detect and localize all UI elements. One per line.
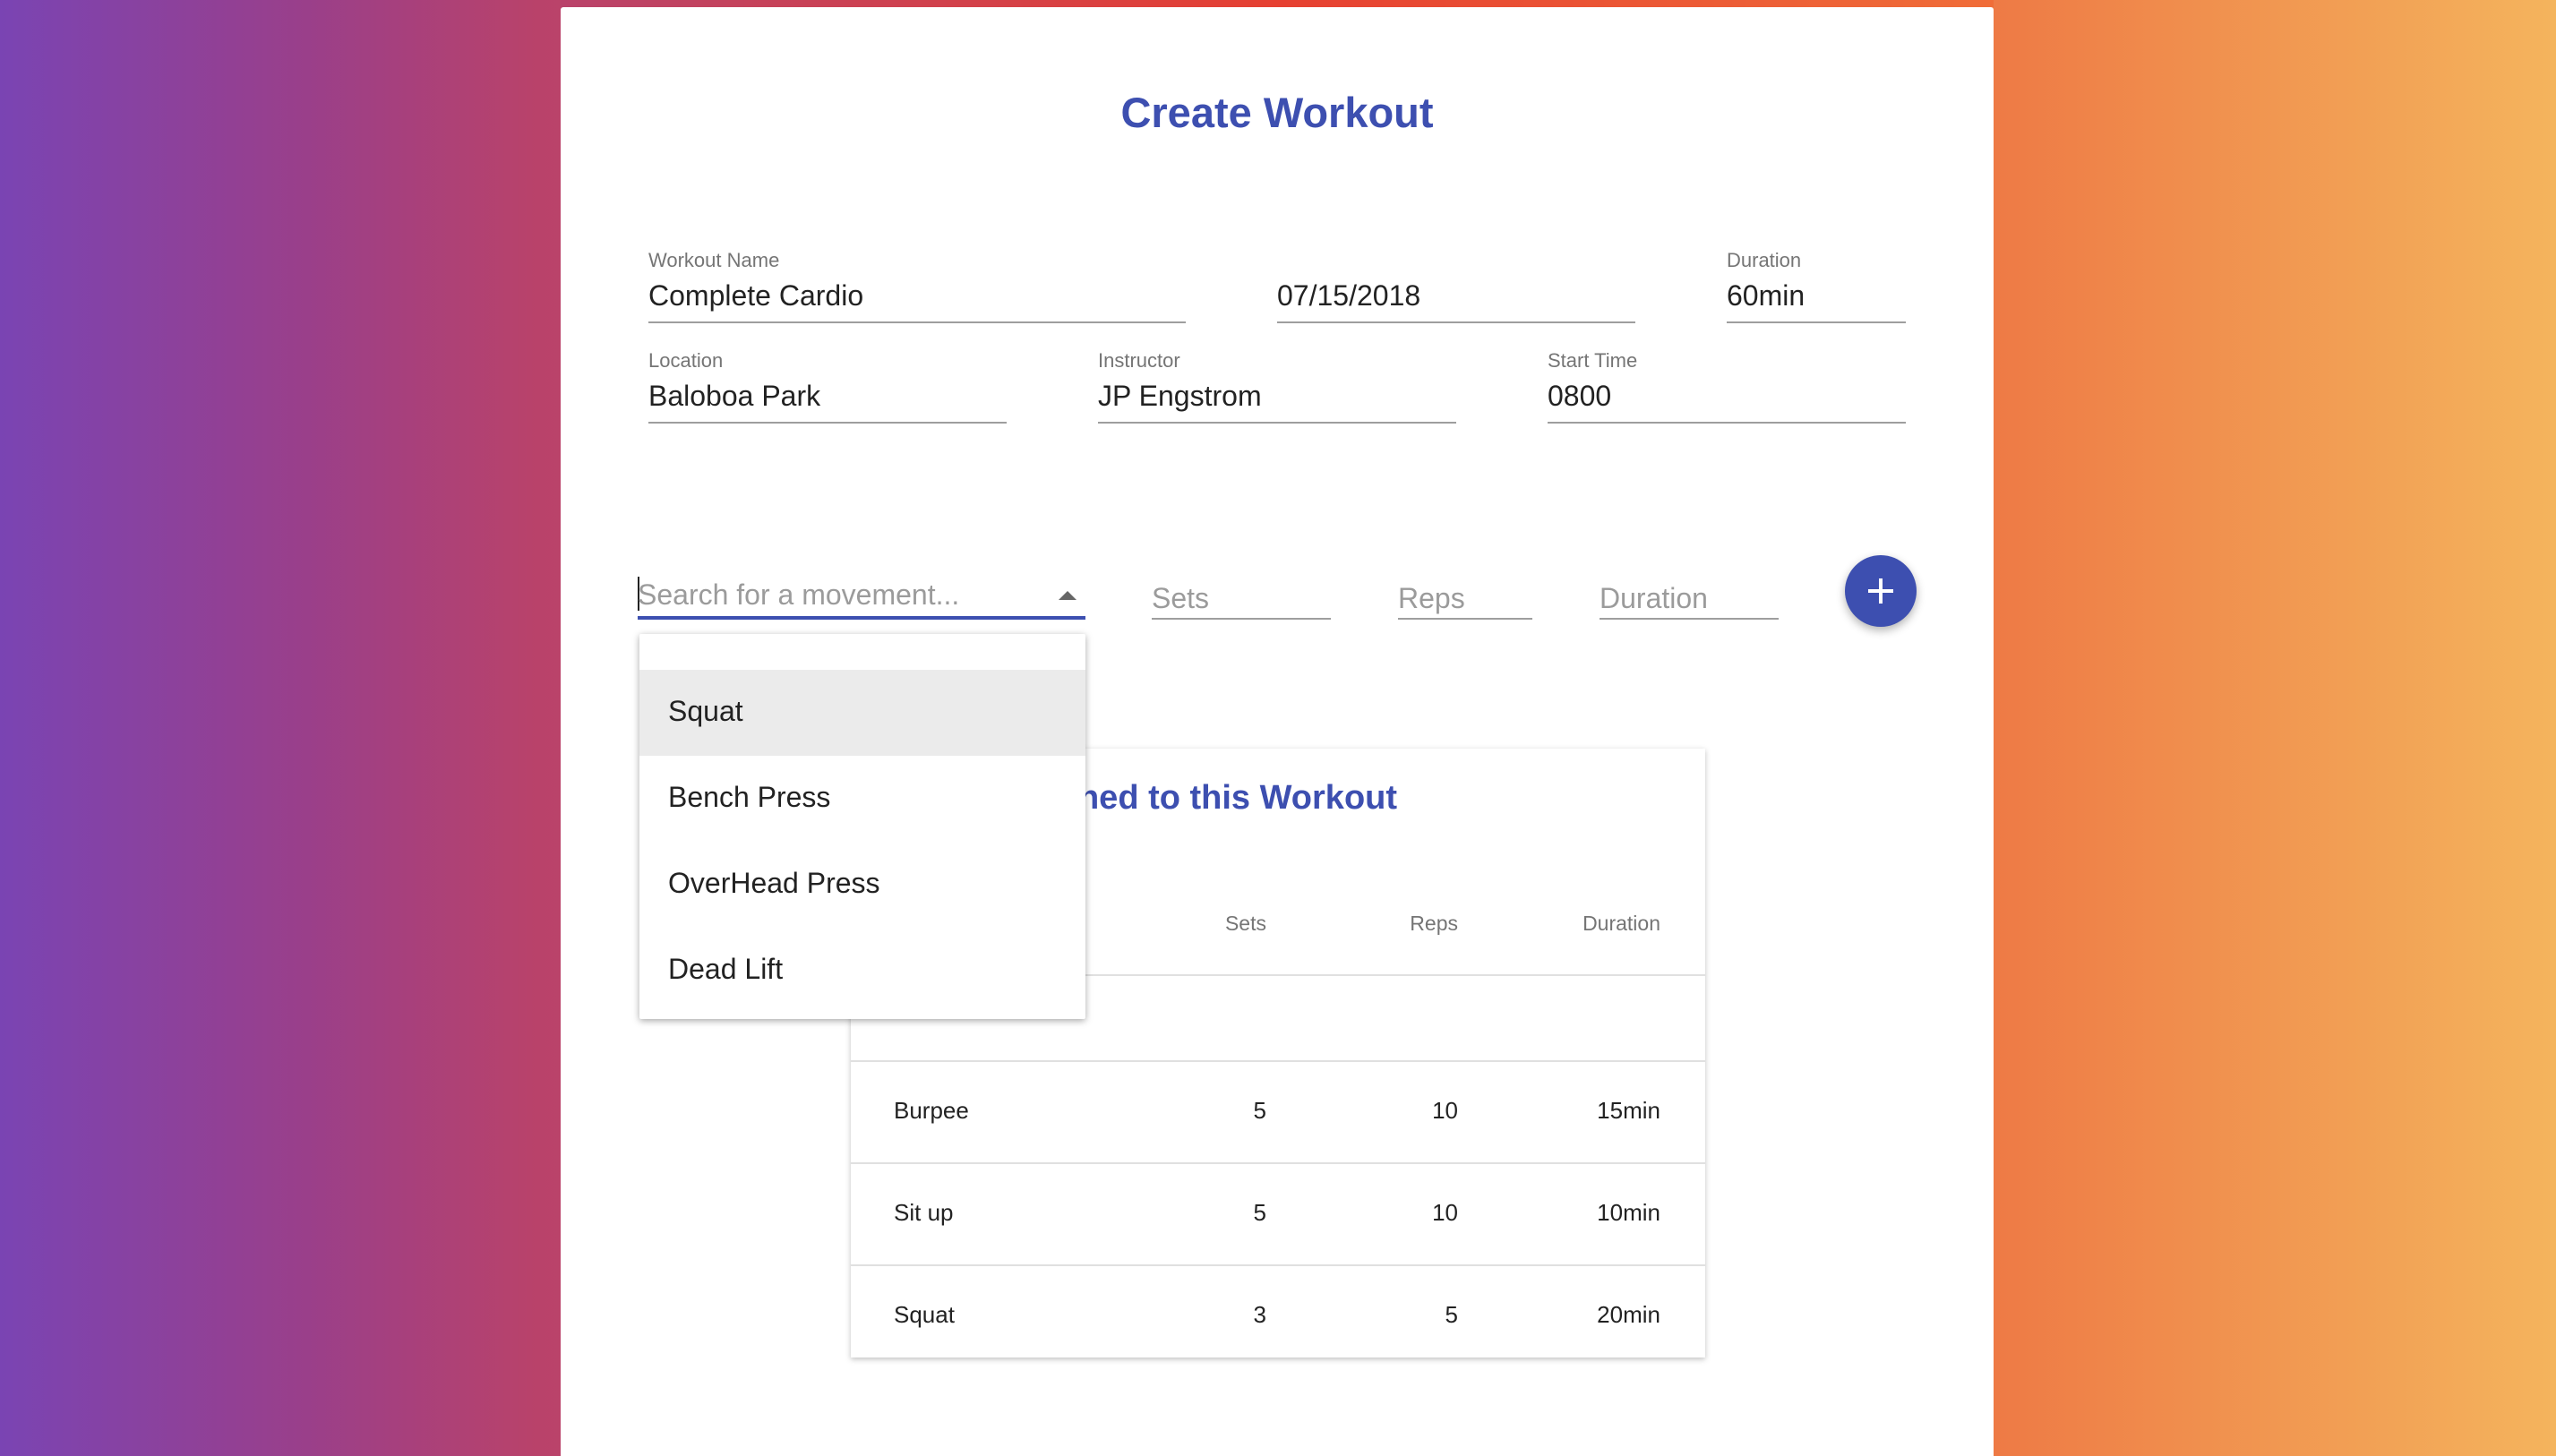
cell-movement: Burpee (894, 1097, 969, 1124)
dropdown-option-squat[interactable]: Squat (639, 670, 1085, 756)
workout-name-value: Complete Cardio (648, 279, 864, 312)
cell-movement: Squat (894, 1301, 955, 1328)
dropdown-option-bench-press[interactable]: Bench Press (639, 756, 1085, 842)
cell-sets: 5 (1253, 1199, 1266, 1226)
instructor-field[interactable]: Instructor JP Engstrom (1098, 349, 1456, 424)
cell-reps: 10 (1432, 1199, 1458, 1226)
chevron-up-icon[interactable] (1059, 591, 1076, 600)
sets-underline (1152, 618, 1331, 620)
cell-duration: 20min (1597, 1301, 1660, 1328)
location-underline (648, 422, 1007, 424)
movement-duration-underline (1600, 618, 1779, 620)
create-workout-card: Create Workout Workout Name Complete Car… (561, 7, 1994, 1456)
date-value: 07/15/2018 (1277, 279, 1421, 312)
dropdown-option-label: Squat (668, 695, 743, 727)
row-divider (851, 1264, 1705, 1266)
top-gradient-strip (561, 0, 1994, 7)
dropdown-option-label: OverHead Press (668, 867, 880, 899)
movement-duration-placeholder: Duration (1600, 582, 1708, 614)
cell-sets: 5 (1253, 1097, 1266, 1124)
workout-name-field[interactable]: Workout Name Complete Cardio (648, 249, 1186, 324)
row-divider (851, 1162, 1705, 1164)
date-underline (1277, 321, 1635, 323)
location-label: Location (648, 349, 724, 372)
duration-label: Duration (1727, 249, 1802, 271)
location-value: Baloboa Park (648, 380, 821, 412)
column-header-reps: Reps (1410, 912, 1458, 935)
cell-reps: 10 (1432, 1097, 1458, 1124)
column-header-duration: Duration (1582, 912, 1660, 935)
cell-duration: 15min (1597, 1097, 1660, 1124)
movement-search-placeholder: Search for a movement... (638, 578, 960, 611)
dropdown-option-label: Bench Press (668, 781, 831, 813)
reps-underline (1398, 618, 1532, 620)
start-time-underline (1548, 422, 1906, 424)
workout-name-underline (648, 321, 1186, 323)
duration-field[interactable]: Duration 60min (1727, 249, 1906, 324)
instructor-value: JP Engstrom (1098, 380, 1262, 412)
location-field[interactable]: Location Baloboa Park (648, 349, 1007, 424)
cell-sets: 3 (1253, 1301, 1266, 1328)
date-field[interactable]: 07/15/2018 (1277, 249, 1635, 324)
duration-value: 60min (1727, 279, 1805, 312)
page-title: Create Workout (1120, 89, 1434, 136)
start-time-field[interactable]: Start Time 0800 (1548, 349, 1906, 424)
column-header-sets: Sets (1224, 912, 1266, 935)
row-divider (851, 1060, 1705, 1062)
cell-movement: Sit up (894, 1199, 954, 1226)
workout-name-label: Workout Name (648, 249, 780, 271)
movement-options-dropdown: Squat Bench Press OverHead Press Dead Li… (639, 634, 1085, 1019)
dropdown-option-label: Dead Lift (668, 953, 784, 985)
instructor-label: Instructor (1098, 349, 1180, 372)
sets-placeholder: Sets (1152, 582, 1210, 614)
movement-search-underline (638, 616, 1085, 620)
start-time-value: 0800 (1548, 380, 1612, 412)
dropdown-option-overhead-press[interactable]: OverHead Press (639, 842, 1085, 928)
instructor-underline (1098, 422, 1456, 424)
cell-reps: 5 (1445, 1301, 1458, 1328)
add-movement-button[interactable] (1845, 555, 1917, 627)
start-time-label: Start Time (1548, 349, 1638, 372)
cell-duration: 10min (1597, 1199, 1660, 1226)
duration-underline (1727, 321, 1906, 323)
reps-placeholder: Reps (1398, 582, 1465, 614)
dropdown-option-dead-lift[interactable]: Dead Lift (639, 928, 1085, 1014)
